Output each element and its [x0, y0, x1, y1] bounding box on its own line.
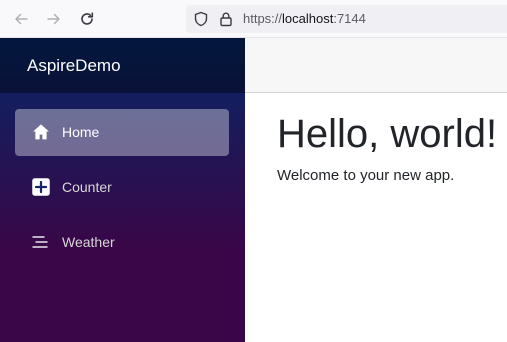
page-title: Hello, world! — [277, 112, 498, 156]
sidebar: AspireDemo Home Counter Weather — [0, 38, 245, 342]
top-row — [245, 38, 507, 93]
sidebar-item-counter[interactable]: Counter — [15, 164, 229, 211]
url-port: :7144 — [333, 11, 366, 26]
reload-icon — [81, 12, 94, 25]
welcome-text: Welcome to your new app. — [277, 167, 455, 184]
list-icon — [31, 232, 51, 252]
lock-icon[interactable] — [218, 11, 234, 27]
back-button[interactable] — [9, 7, 33, 31]
sidebar-item-label: Home — [62, 124, 100, 140]
url-text[interactable]: https://localhost:7144 — [243, 11, 366, 27]
brand-row: AspireDemo — [0, 38, 245, 93]
sidebar-item-home[interactable]: Home — [15, 109, 229, 156]
house-icon — [31, 122, 51, 142]
reload-button[interactable] — [75, 7, 99, 31]
shield-icon[interactable] — [193, 11, 209, 27]
sidebar-item-weather[interactable]: Weather — [15, 219, 229, 266]
browser-toolbar: https://localhost:7144 — [0, 0, 507, 38]
brand-link[interactable]: AspireDemo — [27, 56, 121, 76]
sidebar-item-label: Weather — [62, 234, 115, 250]
url-host: localhost — [282, 11, 334, 26]
arrow-left-icon — [15, 13, 28, 25]
url-scheme: https:// — [243, 11, 283, 26]
sidebar-item-label: Counter — [62, 179, 112, 195]
forward-button[interactable] — [42, 7, 66, 31]
plus-square-icon — [31, 177, 51, 197]
arrow-right-icon — [47, 13, 60, 25]
url-bar[interactable]: https://localhost:7144 — [186, 5, 507, 33]
